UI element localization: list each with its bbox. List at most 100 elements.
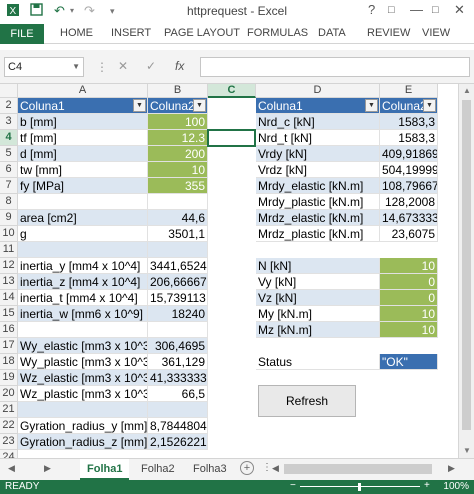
status-label-cell[interactable]: Status xyxy=(256,354,380,370)
row-header-20[interactable]: 20 xyxy=(0,386,18,402)
table1-label-cell[interactable]: Gyration_radius_y [mm] xyxy=(18,418,148,434)
column-header-a[interactable]: A xyxy=(18,84,148,98)
table1-value-cell[interactable]: 12.3 xyxy=(148,130,208,146)
table1-label-cell[interactable]: inertia_y [mm4 x 10^4] xyxy=(18,258,148,274)
insert-function-icon[interactable]: fx xyxy=(175,59,184,73)
filter-dropdown-icon[interactable]: ▼ xyxy=(365,99,378,112)
load-label-cell[interactable]: Vy [kN] xyxy=(256,274,380,290)
chevron-down-icon[interactable]: ▼ xyxy=(72,58,80,76)
table1-label-cell[interactable]: b [mm] xyxy=(18,114,148,130)
load-label-cell[interactable]: Mz [kN.m] xyxy=(256,322,380,338)
formula-input[interactable] xyxy=(200,57,470,77)
table1-label-cell[interactable] xyxy=(18,322,148,338)
table2-label-cell[interactable]: Nrd_t [kN] xyxy=(256,130,380,146)
row-header-16[interactable]: 16 xyxy=(0,322,18,338)
table1-label-cell[interactable]: Wy_elastic [mm3 x 10^3] xyxy=(18,338,148,354)
table1-value-cell[interactable]: 306,4695 xyxy=(148,338,208,354)
row-header-21[interactable]: 21 xyxy=(0,402,18,418)
table2-label-cell[interactable]: Mrdy_elastic [kN.m] xyxy=(256,178,380,194)
load-label-cell[interactable]: Vz [kN] xyxy=(256,290,380,306)
maximize-icon[interactable]: □ xyxy=(432,4,439,16)
filter-dropdown-icon[interactable]: ▼ xyxy=(133,99,146,112)
tab-data[interactable]: DATA xyxy=(318,27,346,39)
table1-value-cell[interactable] xyxy=(148,322,208,338)
table2-label-cell[interactable]: Vrdy [kN] xyxy=(256,146,380,162)
prev-sheet-icon[interactable]: ◀ xyxy=(8,463,15,474)
table2-label-cell[interactable]: Mrdy_plastic [kN.m] xyxy=(256,194,380,210)
load-value-cell[interactable]: 0 xyxy=(380,274,438,290)
help-icon[interactable]: ? xyxy=(368,2,375,17)
table1-value-cell[interactable] xyxy=(148,194,208,210)
table2-label-cell[interactable]: Vrdz [kN] xyxy=(256,162,380,178)
vertical-scrollbar[interactable]: ▲ ▼ xyxy=(458,84,474,458)
row-header-9[interactable]: 9 xyxy=(0,210,18,226)
table2-value-cell[interactable]: 1583,3 xyxy=(380,114,438,130)
table1-value-cell[interactable]: 3441,6524 xyxy=(148,258,208,274)
table1-value-cell[interactable]: 206,66667 xyxy=(148,274,208,290)
table1-value-cell[interactable]: 15,739113 xyxy=(148,290,208,306)
row-header-6[interactable]: 6 xyxy=(0,162,18,178)
row-header-4[interactable]: 4 xyxy=(0,130,18,146)
table1-label-cell[interactable]: Wz_plastic [mm3 x 10^3] xyxy=(18,386,148,402)
row-header-13[interactable]: 13 xyxy=(0,274,18,290)
table2-label-cell[interactable]: Mrdz_elastic [kN.m] xyxy=(256,210,380,226)
table1-label-cell[interactable]: tf [mm] xyxy=(18,130,148,146)
row-header-24[interactable]: 24 xyxy=(0,450,18,458)
row-header-5[interactable]: 5 xyxy=(0,146,18,162)
scroll-down-icon[interactable]: ▼ xyxy=(459,444,474,458)
table2-value-cell[interactable]: 409,91869 xyxy=(380,146,438,162)
hscroll-left-icon[interactable]: ◀ xyxy=(272,463,279,474)
table2-header-1[interactable]: Coluna1 ▼ xyxy=(256,98,380,114)
row-header-10[interactable]: 10 xyxy=(0,226,18,242)
row-header-8[interactable]: 8 xyxy=(0,194,18,210)
table1-label-cell[interactable] xyxy=(18,242,148,258)
table1-value-cell[interactable]: 355 xyxy=(148,178,208,194)
table2-value-cell[interactable]: 1583,3 xyxy=(380,130,438,146)
zoom-in-icon[interactable]: + xyxy=(424,480,430,491)
horizontal-scroll-thumb[interactable] xyxy=(284,464,432,474)
ribbon-display-icon[interactable]: □ xyxy=(388,4,395,16)
table1-value-cell[interactable]: 10 xyxy=(148,162,208,178)
table1-value-cell[interactable]: 41,333333 xyxy=(148,370,208,386)
table1-value-cell[interactable] xyxy=(148,242,208,258)
worksheet-grid[interactable]: A B C D E 2 3 4 5 6 7 8 9 10 11 12 13 14 15 16 17 18 19 20 21 22 2… xyxy=(0,84,474,458)
table1-value-cell[interactable]: 18240 xyxy=(148,306,208,322)
table1-label-cell[interactable]: Wz_elastic [mm3 x 10^3] xyxy=(18,370,148,386)
load-value-cell[interactable]: 10 xyxy=(380,258,438,274)
row-header-11[interactable]: 11 xyxy=(0,242,18,258)
sheet-tab-folha2[interactable]: Folha2 xyxy=(134,459,182,480)
load-value-cell[interactable]: 10 xyxy=(380,322,438,338)
table1-label-cell[interactable]: tw [mm] xyxy=(18,162,148,178)
tab-insert[interactable]: INSERT xyxy=(111,27,151,39)
scroll-up-icon[interactable]: ▲ xyxy=(459,84,474,98)
cancel-icon[interactable]: ✕ xyxy=(118,59,128,73)
table1-label-cell[interactable]: fy [MPa] xyxy=(18,178,148,194)
sheet-tab-folha1[interactable]: Folha1 xyxy=(80,459,130,480)
add-sheet-icon[interactable]: + xyxy=(240,461,254,475)
row-header-22[interactable]: 22 xyxy=(0,418,18,434)
row-header-14[interactable]: 14 xyxy=(0,290,18,306)
table2-label-cell[interactable]: Mrdz_plastic [kN.m] xyxy=(256,226,380,242)
row-header-17[interactable]: 17 xyxy=(0,338,18,354)
table1-value-cell[interactable]: 2,1526221 xyxy=(148,434,208,450)
row-header-3[interactable]: 3 xyxy=(0,114,18,130)
table1-label-cell[interactable] xyxy=(18,194,148,210)
table1-value-cell[interactable]: 200 xyxy=(148,146,208,162)
table1-header-2[interactable]: Coluna2 ▼ xyxy=(148,98,208,114)
tab-home[interactable]: HOME xyxy=(60,27,93,39)
table1-label-cell[interactable]: inertia_t [mm4 x 10^4] xyxy=(18,290,148,306)
table2-label-cell[interactable]: Nrd_c [kN] xyxy=(256,114,380,130)
zoom-out-icon[interactable]: − xyxy=(290,480,296,491)
load-value-cell[interactable]: 0 xyxy=(380,290,438,306)
close-icon[interactable]: ✕ xyxy=(454,2,465,18)
tab-page-layout[interactable]: PAGE LAYOUT xyxy=(164,27,240,39)
zoom-slider-knob[interactable] xyxy=(358,483,361,491)
status-value-cell[interactable]: "OK" xyxy=(380,354,438,370)
table1-label-cell[interactable] xyxy=(18,402,148,418)
row-header-7[interactable]: 7 xyxy=(0,178,18,194)
refresh-button[interactable]: Refresh xyxy=(258,385,356,417)
select-all-corner[interactable] xyxy=(0,84,18,98)
filter-dropdown-icon[interactable]: ▼ xyxy=(193,99,206,112)
row-header-18[interactable]: 18 xyxy=(0,354,18,370)
sheet-tab-folha3[interactable]: Folha3 xyxy=(186,459,234,480)
